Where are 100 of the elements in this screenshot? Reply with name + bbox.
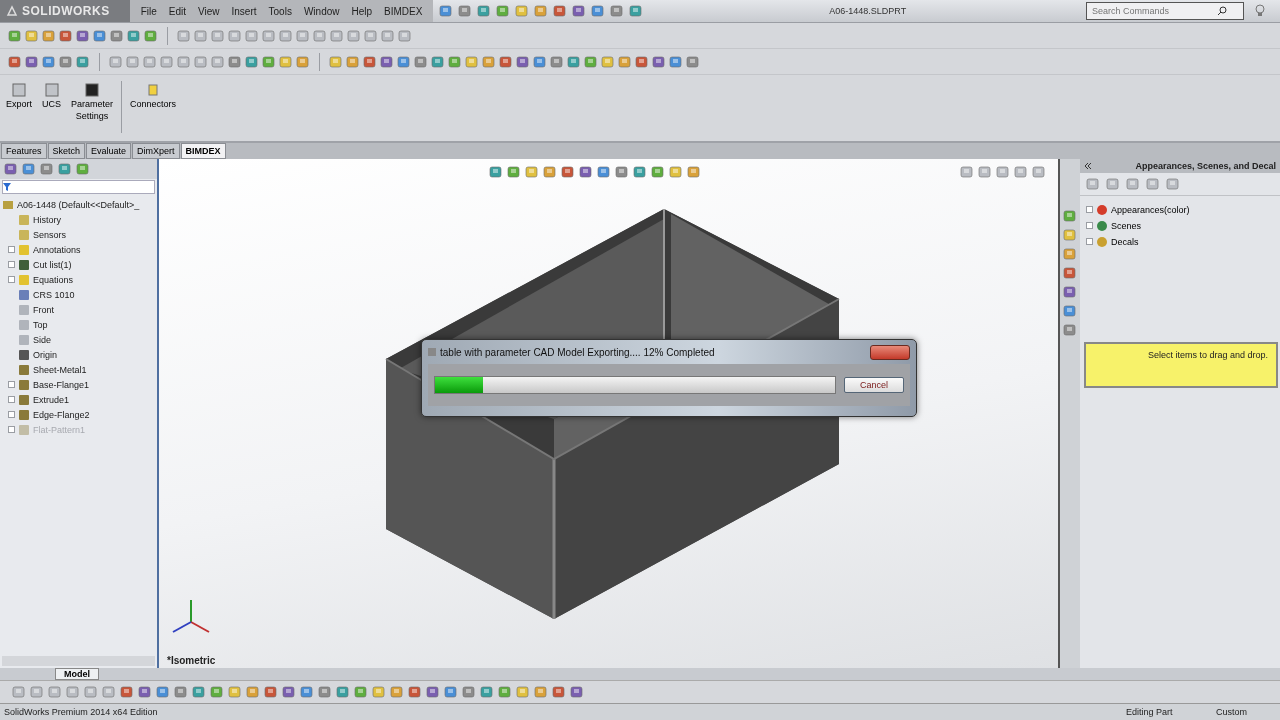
toolbar-icon[interactable] — [1063, 266, 1077, 280]
tree-item[interactable]: Front — [33, 304, 54, 315]
toolbar-icon[interactable] — [635, 54, 649, 69]
toolbar-icon[interactable] — [561, 165, 575, 179]
toolbar-icon[interactable] — [507, 165, 521, 179]
tree-item[interactable]: Top — [33, 319, 48, 330]
toolbar-icon[interactable] — [618, 54, 632, 69]
toolbar-icon[interactable] — [651, 165, 665, 179]
menu-item[interactable]: Edit — [163, 3, 192, 19]
search-icon[interactable] — [1217, 6, 1227, 16]
toolbar-icon[interactable] — [1014, 165, 1028, 179]
tree-item[interactable]: Annotations — [33, 244, 81, 255]
toolbar-icon[interactable] — [431, 54, 445, 69]
menu-item[interactable]: Help — [346, 3, 378, 19]
toolbar-icon[interactable] — [610, 4, 625, 18]
toolbar-icon[interactable] — [480, 685, 494, 699]
toolbar-icon[interactable] — [4, 162, 18, 176]
toolbar-icon[interactable] — [1032, 165, 1046, 179]
toolbar-icon[interactable] — [458, 4, 473, 18]
toolbar-icon[interactable] — [482, 54, 496, 69]
toolbar-icon[interactable] — [318, 685, 332, 699]
toolbar-icon[interactable] — [534, 4, 549, 18]
menu-item[interactable]: View — [193, 3, 225, 19]
toolbar-icon[interactable] — [652, 54, 666, 69]
toolbar-icon[interactable] — [380, 54, 394, 69]
toolbar-icon[interactable] — [262, 54, 276, 69]
toolbar-icon[interactable] — [534, 685, 548, 699]
toolbar-icon[interactable] — [346, 54, 360, 69]
toolbar-icon[interactable] — [448, 54, 462, 69]
tree-item[interactable]: Base-Flange1 — [33, 379, 90, 390]
toolbar-icon[interactable] — [300, 685, 314, 699]
toolbar-icon[interactable] — [498, 685, 512, 699]
tree-item[interactable]: Extrude1 — [33, 394, 70, 405]
expand-toggle[interactable] — [1086, 238, 1093, 245]
toolbar-icon[interactable] — [439, 4, 454, 18]
toolbar-icon[interactable] — [22, 162, 36, 176]
toolbar-icon[interactable] — [687, 165, 701, 179]
search-box[interactable]: Search Commands — [1086, 2, 1244, 20]
toolbar-icon[interactable] — [42, 28, 56, 43]
toolbar-icon[interactable] — [597, 165, 611, 179]
connectors-button[interactable]: Connectors — [128, 81, 179, 111]
toolbar-icon[interactable] — [996, 165, 1010, 179]
toolbar-icon[interactable] — [584, 54, 598, 69]
toolbar-icon[interactable] — [444, 685, 458, 699]
toolbar-icon[interactable] — [552, 685, 566, 699]
tree-item[interactable]: CRS 1010 — [33, 289, 75, 300]
toolbar-icon[interactable] — [669, 54, 683, 69]
toolbar-icon[interactable] — [1063, 285, 1077, 299]
toolbar-icon[interactable] — [42, 54, 56, 69]
toolbar-icon[interactable] — [408, 685, 422, 699]
toolbar-icon[interactable] — [533, 54, 547, 69]
toolbar-icon[interactable] — [192, 685, 206, 699]
collapse-icon[interactable] — [1084, 162, 1092, 170]
toolbar-icon[interactable] — [426, 685, 440, 699]
pane-item[interactable]: Scenes — [1111, 218, 1142, 233]
toolbar-icon[interactable] — [59, 28, 73, 43]
toolbar-icon[interactable] — [282, 685, 296, 699]
expand-toggle[interactable] — [8, 426, 15, 433]
pane-item[interactable]: Decals — [1111, 234, 1139, 249]
toolbar-icon[interactable] — [363, 54, 377, 69]
toolbar-icon[interactable] — [8, 54, 22, 69]
toolbar-icon[interactable] — [633, 165, 647, 179]
tree-item[interactable]: Sheet-Metal1 — [33, 364, 87, 375]
toolbar-icon[interactable] — [414, 54, 428, 69]
export-button[interactable]: Export — [4, 81, 34, 111]
toolbar-icon[interactable] — [570, 685, 584, 699]
toolbar-icon[interactable] — [127, 28, 141, 43]
tree-item[interactable]: Cut list(1) — [33, 259, 72, 270]
tree-item[interactable]: Side — [33, 334, 51, 345]
toolbar-icon[interactable] — [1063, 304, 1077, 318]
toolbar-icon[interactable] — [397, 54, 411, 69]
menu-item[interactable]: Insert — [226, 3, 262, 19]
lightbulb-icon[interactable] — [1254, 4, 1266, 18]
expand-toggle[interactable] — [1086, 206, 1093, 213]
toolbar-icon[interactable] — [978, 165, 992, 179]
toolbar-icon[interactable] — [525, 165, 539, 179]
toolbar-icon[interactable] — [615, 165, 629, 179]
command-tab[interactable]: DimXpert — [132, 143, 180, 159]
command-tab[interactable]: Sketch — [47, 143, 86, 159]
toolbar-icon[interactable] — [76, 54, 90, 69]
model-tab[interactable]: Model — [55, 668, 99, 680]
toolbar-icon[interactable] — [567, 54, 581, 69]
toolbar-icon[interactable] — [553, 4, 568, 18]
command-tab[interactable]: Evaluate — [86, 143, 132, 159]
tree-item[interactable]: History — [33, 214, 61, 225]
toolbar-icon[interactable] — [110, 28, 124, 43]
units-selector[interactable]: Custom — [1216, 707, 1276, 717]
toolbar-icon[interactable] — [25, 54, 39, 69]
expand-toggle[interactable] — [8, 396, 15, 403]
toolbar-icon[interactable] — [591, 4, 606, 18]
ucs-button[interactable]: UCS — [40, 81, 64, 111]
toolbar-icon[interactable] — [516, 54, 530, 69]
toolbar-icon[interactable] — [543, 165, 557, 179]
search-field[interactable]: Search Commands — [1090, 5, 1214, 17]
toolbar-icon[interactable] — [499, 54, 513, 69]
filter-icon[interactable] — [3, 183, 11, 191]
toolbar-icon[interactable] — [579, 165, 593, 179]
toolbar-icon[interactable] — [40, 162, 54, 176]
toolbar-icon[interactable] — [686, 54, 700, 69]
expand-toggle[interactable] — [8, 261, 15, 268]
